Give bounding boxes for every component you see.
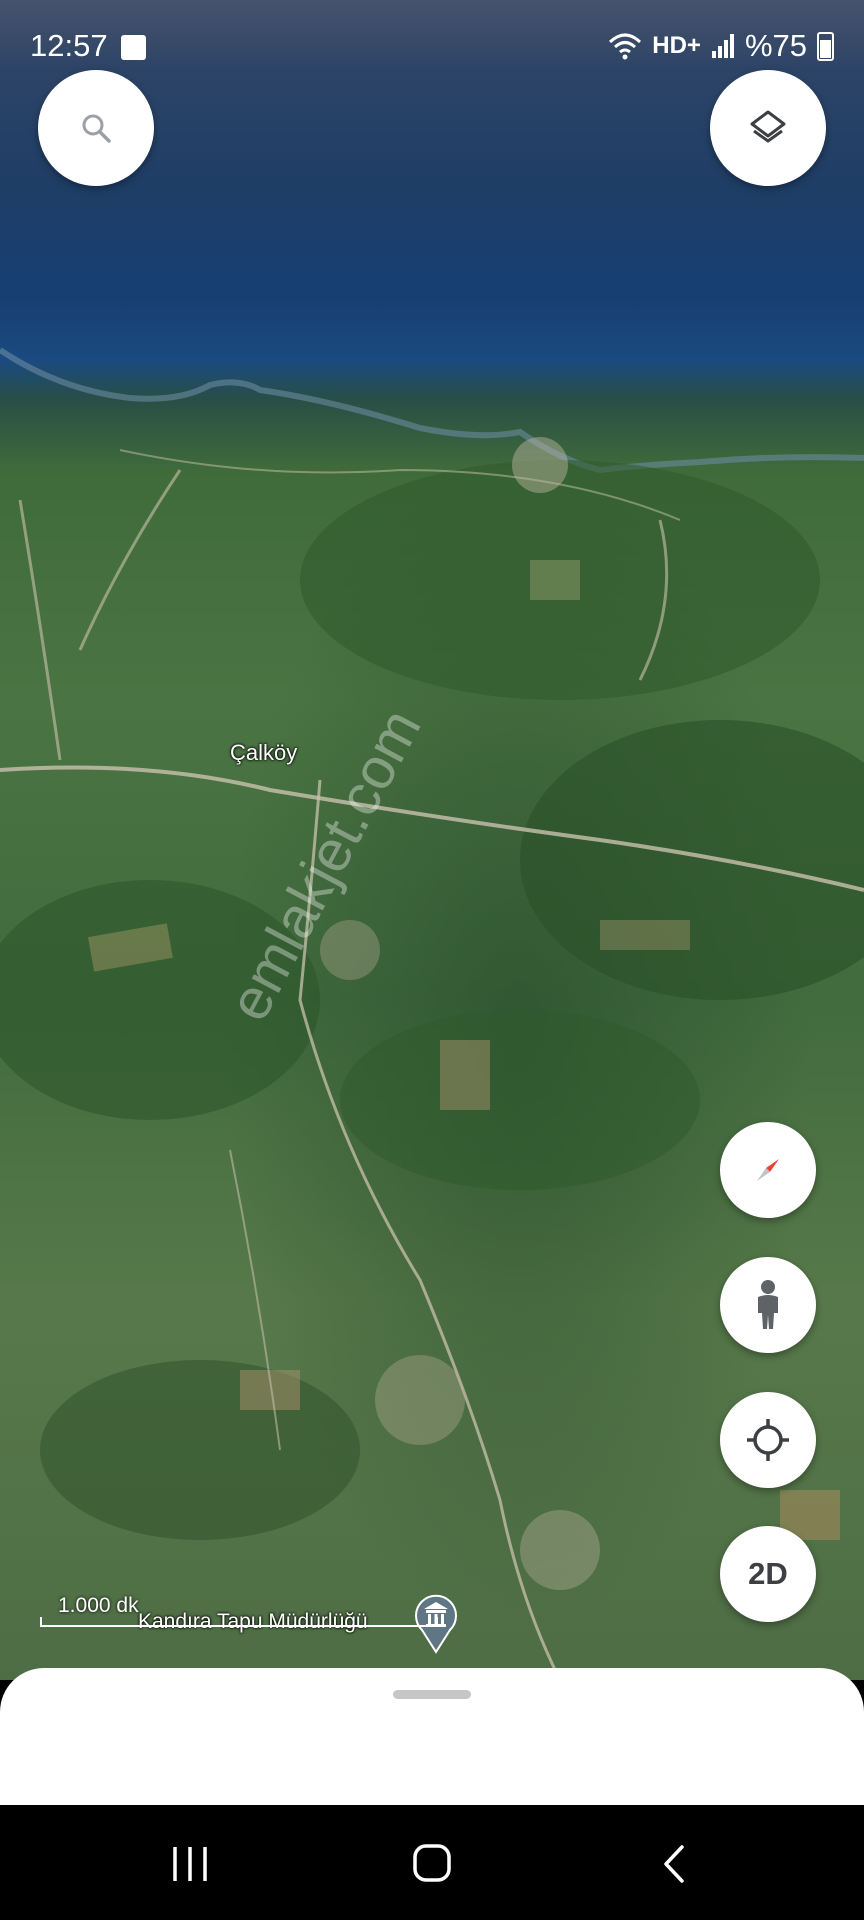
view-mode-2d-button[interactable]: 2D	[720, 1526, 816, 1622]
signal-icon	[711, 34, 734, 58]
pegman-icon	[758, 1280, 778, 1329]
scale-label: 1.000 dk	[58, 1594, 139, 1617]
street-view-button[interactable]	[720, 1257, 816, 1353]
wifi-icon	[609, 33, 642, 60]
view-mode-label: 2D	[748, 1556, 788, 1591]
search-button[interactable]	[38, 70, 154, 186]
back-button[interactable]	[644, 1839, 704, 1889]
home-icon	[413, 1844, 451, 1882]
compass-icon	[757, 1159, 779, 1181]
home-button[interactable]	[402, 1839, 462, 1889]
drag-handle[interactable]	[393, 1690, 471, 1699]
network-type: HD+	[652, 32, 701, 59]
layers-icon	[750, 110, 786, 143]
back-icon	[664, 1845, 684, 1883]
place-label[interactable]: Çalköy	[230, 740, 297, 766]
compass-button[interactable]	[720, 1122, 816, 1218]
gallery-icon	[121, 35, 146, 60]
search-icon	[82, 114, 111, 143]
layers-button[interactable]	[710, 70, 826, 186]
navigation-bar	[0, 1805, 864, 1920]
recents-icon	[173, 1847, 207, 1881]
my-location-button[interactable]	[720, 1392, 816, 1488]
status-time: 12:57	[30, 28, 108, 63]
my-location-icon	[747, 1419, 789, 1461]
bottom-sheet[interactable]	[0, 1668, 864, 1805]
recents-button[interactable]	[160, 1839, 220, 1889]
scale-bar	[40, 1617, 438, 1627]
battery-percent: %75	[744, 28, 807, 63]
battery-icon	[817, 31, 834, 61]
